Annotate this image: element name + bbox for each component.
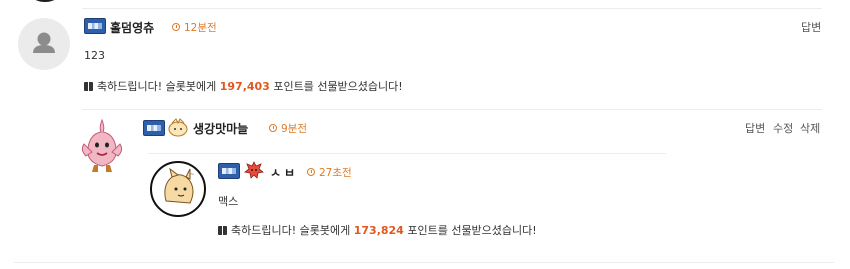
divider [82, 8, 822, 9]
edit-button[interactable]: 수정 [773, 120, 793, 136]
gift-icon [84, 82, 93, 91]
gift-notice: 축하드립니다! 슬롯봇에게 197,403 포인트를 선물받으셨습니다! [84, 78, 403, 94]
timestamp: 27초전 [307, 165, 352, 180]
timestamp: 9분전 [269, 121, 307, 136]
avatar-character: ~ [150, 161, 206, 217]
divider [148, 153, 666, 154]
character-icon [167, 117, 189, 137]
gift-icon [218, 226, 227, 235]
nickname[interactable]: 생강맛마늘 [193, 120, 248, 137]
nickname[interactable]: 홀덤영츄 [110, 19, 154, 36]
divider [14, 262, 834, 263]
avatar-default [18, 18, 70, 70]
gift-notice: 축하드립니다! 슬롯봇에게 173,824 포인트를 선물받으셨습니다! [218, 222, 537, 238]
svg-text:~: ~ [190, 172, 194, 178]
timestamp: 12분전 [172, 20, 217, 35]
divider [82, 109, 822, 110]
level-badge [84, 18, 106, 34]
avatar-garlic-character [78, 118, 126, 174]
reply-button[interactable]: 답변 [745, 120, 765, 136]
previous-avatar-fragment [22, 0, 68, 2]
clock-icon [172, 23, 180, 31]
comment-body: 맥스 [218, 195, 239, 208]
user-silhouette-icon [33, 32, 55, 53]
clock-icon [307, 168, 315, 176]
clock-icon [269, 124, 277, 132]
character-icon [243, 160, 265, 180]
level-badge [218, 163, 240, 179]
level-badge [143, 120, 165, 136]
reply-button[interactable]: 답변 [801, 19, 821, 35]
nickname[interactable]: ㅅㅂ [270, 164, 298, 181]
gift-points: 173,824 [353, 224, 404, 237]
delete-button[interactable]: 삭제 [800, 120, 820, 136]
comment-body: 123 [84, 49, 105, 62]
gift-points: 197,403 [219, 80, 270, 93]
